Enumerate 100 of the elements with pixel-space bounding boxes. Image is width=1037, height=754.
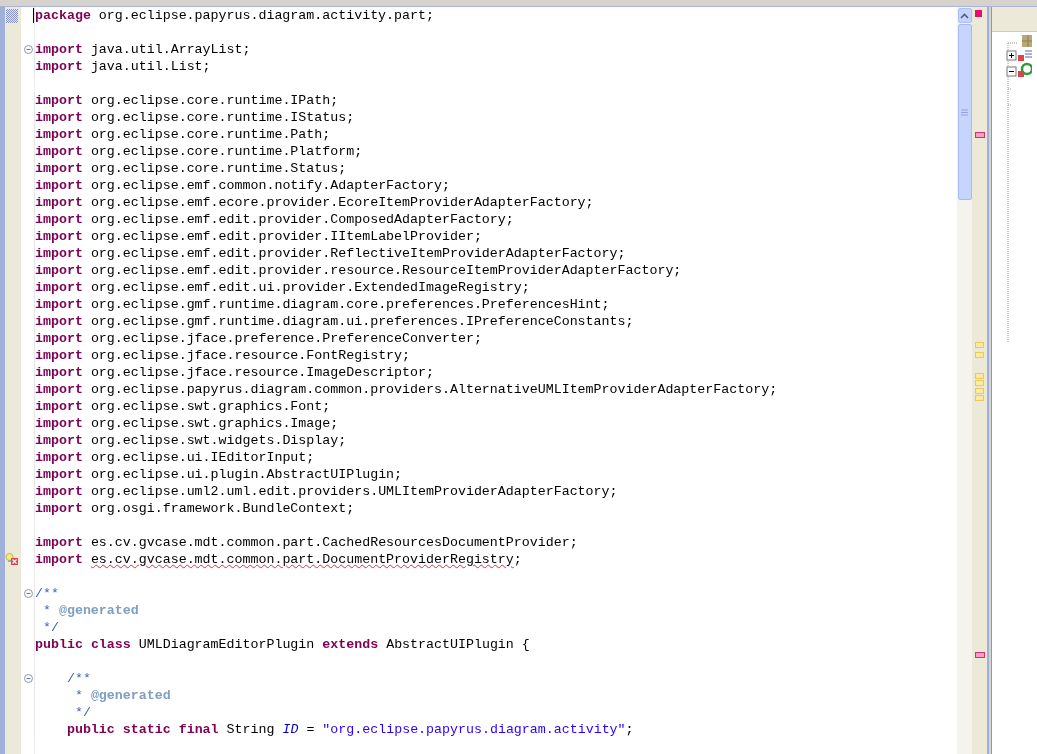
code-text: es.cv.gvcase.mdt.common.part.CachedResourcesDocumentProvider; [90,535,578,550]
occurrence-marker[interactable] [975,388,984,394]
keyword: import [35,297,83,312]
keyword: import [35,552,83,567]
code-text: org.eclipse.emf.edit.provider.IItemLabelProvider; [90,229,482,244]
keyword: import [35,399,83,414]
error-code-text: es.cv.gvcase.mdt.common.part.DocumentProviderRegistry [90,552,514,567]
code-text: org.eclipse.emf.ecore.provider.EcoreItemProviderAdapterFactory; [90,195,594,210]
code-text: = [306,722,315,737]
keyword: import [35,280,83,295]
keyword: final [178,722,219,737]
keyword: public [35,637,83,652]
code-text: org.eclipse.emf.edit.provider.resource.ResourceItemProviderAdapterFactory; [90,263,682,278]
lightbulb-error-icon[interactable] [5,553,19,566]
code-text: org.eclipse.emf.edit.provider.ReflectiveItemProviderAdapterFactory; [90,246,626,261]
code-text: java.util.List; [90,59,211,74]
code-text: org.eclipse.core.runtime.IStatus; [90,110,355,125]
vertical-scrollbar[interactable] [957,7,972,754]
code-text: org.eclipse.jface.resource.ImageDescriptor; [90,365,434,380]
comment-text: */ [74,705,91,720]
comment-text: */ [43,620,59,635]
caret-up-icon [960,12,969,19]
collapse-icon[interactable] [24,45,33,54]
keyword: import [35,433,83,448]
keyword: import [35,365,83,380]
keyword: import [35,144,83,159]
collapse-icon[interactable] [24,674,33,683]
keyword: import [35,127,83,142]
keyword: static [122,722,171,737]
error-summary-icon[interactable] [975,10,982,17]
occurrence-marker[interactable] [975,342,984,348]
keyword: import [35,212,83,227]
keyword: import [35,59,83,74]
keyword: import [35,246,83,261]
keyword: import [35,195,83,210]
keyword: import [35,263,83,278]
code-text: org.eclipse.swt.graphics.Image; [90,416,339,431]
code-text: org.eclipse.papyrus.diagram.activity.part; [98,8,434,23]
keyword: import [35,484,83,499]
keyword: import [35,178,83,193]
code-text: org.eclipse.uml2.uml.edit.providers.UMLItemProviderAdapterFactory; [90,484,618,499]
javadoc-tag: @generated [90,688,171,703]
code-text: org.eclipse.jface.resource.FontRegistry; [90,348,411,363]
comment-text: /** [35,586,59,601]
code-text: org.eclipse.emf.common.notify.AdapterFactory; [90,178,450,193]
code-text: java.util.ArrayList; [90,42,251,57]
keyword: import [35,331,83,346]
code-text: org.eclipse.core.runtime.Platform; [90,144,363,159]
range-indicator-icon [6,8,18,23]
keyword: import [35,161,83,176]
comment-text: * [74,688,83,703]
keyword: import [35,382,83,397]
comment-text: * [43,603,51,618]
scrollbar-thumb[interactable] [957,24,972,200]
keyword: import [35,535,83,550]
keyword: import [35,467,83,482]
code-text: org.eclipse.swt.graphics.Font; [90,399,331,414]
keyword: import [35,93,83,108]
code-text: org.eclipse.jface.preference.PreferenceConverter; [90,331,482,346]
code-text: org.eclipse.ui.plugin.AbstractUIPlugin; [90,467,403,482]
error-marker[interactable] [975,132,985,138]
keyword: import [35,110,83,125]
keyword: import [35,42,83,57]
code-text: org.eclipse.gmf.runtime.diagram.ui.preferences.IPreferenceConstants; [90,314,634,329]
code-text: org.eclipse.gmf.runtime.diagram.core.preferences.PreferencesHint; [90,297,610,312]
code-text: AbstractUIPlugin { [386,637,530,652]
collapse-icon[interactable] [24,589,33,598]
occurrence-marker[interactable] [975,395,984,401]
code-text: org.eclipse.papyrus.diagram.common.providers.AlternativeUMLItemProviderAdapterFactory; [90,382,778,397]
code-text: org.eclipse.ui.IEditorInput; [90,450,315,465]
comment-text: /** [66,671,91,686]
code-text: org.eclipse.core.runtime.Path; [90,127,331,142]
keyword: import [35,229,83,244]
code-text: String [226,722,275,737]
occurrence-marker[interactable] [975,373,984,379]
keyword: class [90,637,131,652]
text-cursor [33,8,34,23]
keyword: package [35,8,91,23]
keyword: import [35,348,83,363]
keyword: import [35,501,83,516]
field-name: ID [282,722,299,737]
scroll-up-button[interactable] [957,8,972,23]
keyword: import [35,450,83,465]
code-text: org.eclipse.emf.edit.ui.provider.ExtendedImageRegistry; [90,280,530,295]
code-text: org.eclipse.core.runtime.IPath; [90,93,339,108]
string-literal: "org.eclipse.papyrus.diagram.activity" [322,722,626,737]
occurrence-marker[interactable] [975,380,984,386]
keyword: import [35,314,83,329]
keyword: extends [322,637,379,652]
code-text: org.osgi.framework.BundleContext; [90,501,355,516]
code-text: org.eclipse.core.runtime.Status; [90,161,347,176]
keyword: import [35,416,83,431]
javadoc-tag: @generated [58,603,139,618]
occurrence-marker[interactable] [975,352,984,358]
code-text: UMLDiagramEditorPlugin [138,637,315,652]
code-text: ; [513,552,522,567]
keyword: public [66,722,115,737]
code-text: ; [625,722,634,737]
error-marker[interactable] [975,652,985,658]
code-text: org.eclipse.emf.edit.provider.ComposedAdapterFactory; [90,212,514,227]
